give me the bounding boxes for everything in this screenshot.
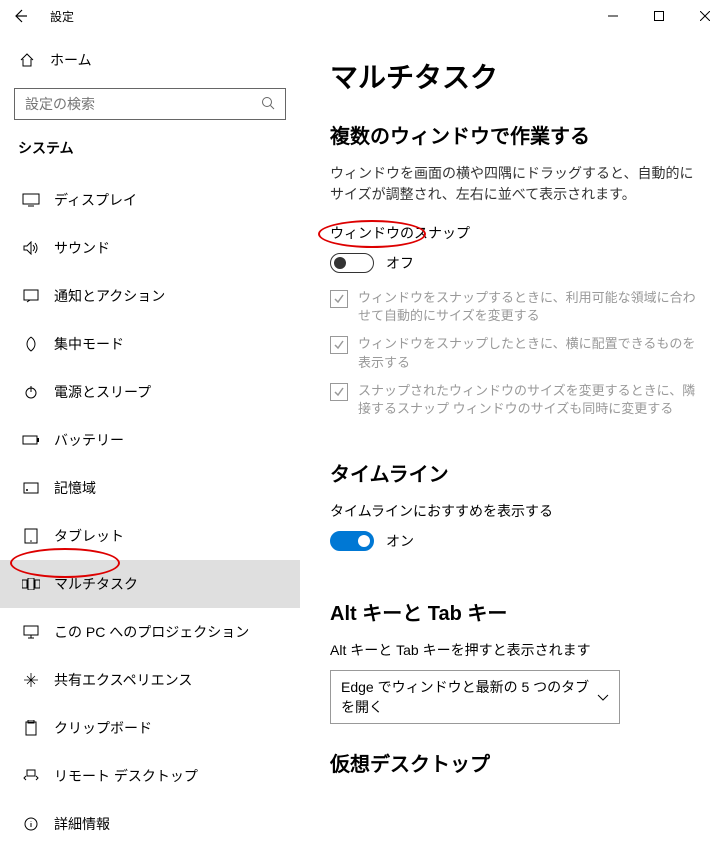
alttab-heading: Alt キーと Tab キー — [330, 597, 698, 626]
sidebar: ホーム システム ディスプレイ サウンド 通知とアクション 集中モード 電源とス… — [0, 32, 300, 793]
power-icon — [22, 383, 40, 401]
search-icon — [261, 96, 275, 113]
sidebar-item-label: タブレット — [54, 526, 124, 546]
home-icon — [18, 51, 36, 69]
snap-cb2 — [330, 336, 348, 354]
sidebar-item-storage[interactable]: 記憶域 — [0, 464, 300, 512]
timeline-toggle[interactable] — [330, 531, 374, 551]
snap-toggle-label: ウィンドウのスナップ — [330, 223, 698, 243]
window-title: 設定 — [50, 8, 74, 25]
remote-icon — [22, 767, 40, 785]
vdesktop-heading: 仮想デスクトップ — [330, 748, 698, 777]
home-label: ホーム — [50, 50, 92, 70]
sound-icon — [22, 239, 40, 257]
sidebar-item-label: リモート デスクトップ — [54, 766, 198, 786]
timeline-label: タイムラインにおすすめを表示する — [330, 501, 698, 521]
sidebar-item-label: 通知とアクション — [54, 286, 165, 306]
alttab-select-value: Edge でウィンドウと最新の 5 つのタブを開く — [341, 677, 597, 717]
timeline-toggle-state: オン — [386, 531, 414, 551]
titlebar: 設定 — [0, 0, 728, 32]
home-link[interactable]: ホーム — [0, 40, 300, 80]
category-label: システム — [0, 138, 300, 176]
sidebar-item-multitasking[interactable]: マルチタスク — [0, 560, 300, 608]
clipboard-icon — [22, 719, 40, 737]
search-field[interactable] — [25, 96, 261, 112]
sidebar-item-notifications[interactable]: 通知とアクション — [0, 272, 300, 320]
sidebar-item-focus[interactable]: 集中モード — [0, 320, 300, 368]
sidebar-item-about[interactable]: 詳細情報 — [0, 800, 300, 848]
sidebar-item-label: 集中モード — [54, 334, 124, 354]
shared-icon — [22, 671, 40, 689]
close-button[interactable] — [682, 0, 728, 32]
chevron-down-icon — [597, 689, 609, 705]
sidebar-item-sound[interactable]: サウンド — [0, 224, 300, 272]
search-input[interactable] — [14, 88, 286, 120]
display-icon — [22, 191, 40, 209]
sidebar-item-label: ディスプレイ — [54, 190, 137, 210]
snap-cb3-label: スナップされたウィンドウのサイズを変更するときに、隣接するスナップ ウィンドウの… — [358, 382, 698, 418]
snap-cb1 — [330, 290, 348, 308]
sidebar-item-power[interactable]: 電源とスリープ — [0, 368, 300, 416]
sidebar-item-display[interactable]: ディスプレイ — [0, 176, 300, 224]
focus-icon — [22, 335, 40, 353]
back-button[interactable] — [10, 6, 30, 26]
snap-description: ウィンドウを画面の横や四隅にドラッグすると、自動的にサイズが調整され、左右に並べ… — [330, 163, 698, 205]
sidebar-item-clipboard[interactable]: クリップボード — [0, 704, 300, 752]
sidebar-item-projection[interactable]: この PC へのプロジェクション — [0, 608, 300, 656]
snap-toggle-state: オフ — [386, 253, 414, 273]
tablet-icon — [22, 527, 40, 545]
snap-heading: 複数のウィンドウで作業する — [330, 120, 698, 149]
storage-icon — [22, 479, 40, 497]
sidebar-item-label: バッテリー — [54, 430, 124, 450]
sidebar-item-label: 詳細情報 — [54, 814, 110, 834]
page-title: マルチタスク — [330, 56, 698, 96]
maximize-button[interactable] — [636, 0, 682, 32]
timeline-heading: タイムライン — [330, 458, 698, 487]
sidebar-item-label: サウンド — [54, 238, 110, 258]
snap-cb2-label: ウィンドウをスナップしたときに、横に配置できるものを表示する — [358, 335, 698, 371]
sidebar-item-label: マルチタスク — [54, 574, 138, 594]
sidebar-item-label: 共有エクスペリエンス — [54, 670, 192, 690]
snap-cb1-label: ウィンドウをスナップするときに、利用可能な領域に合わせて自動的にサイズを変更する — [358, 289, 698, 325]
sidebar-item-label: この PC へのプロジェクション — [54, 622, 249, 642]
info-icon — [22, 815, 40, 833]
snap-toggle[interactable] — [330, 253, 374, 273]
multitasking-icon — [22, 575, 40, 593]
projection-icon — [22, 623, 40, 641]
alttab-select[interactable]: Edge でウィンドウと最新の 5 つのタブを開く — [330, 670, 620, 724]
sidebar-item-tablet[interactable]: タブレット — [0, 512, 300, 560]
notification-icon — [22, 287, 40, 305]
sidebar-item-battery[interactable]: バッテリー — [0, 416, 300, 464]
alttab-label: Alt キーと Tab キーを押すと表示されます — [330, 640, 698, 660]
battery-icon — [22, 431, 40, 449]
sidebar-item-label: クリップボード — [54, 718, 152, 738]
sidebar-item-shared[interactable]: 共有エクスペリエンス — [0, 656, 300, 704]
minimize-button[interactable] — [590, 0, 636, 32]
snap-cb3 — [330, 383, 348, 401]
content-pane: マルチタスク 複数のウィンドウで作業する ウィンドウを画面の横や四隅にドラッグす… — [300, 32, 728, 793]
sidebar-item-label: 電源とスリープ — [54, 382, 151, 402]
sidebar-item-label: 記憶域 — [54, 478, 96, 498]
